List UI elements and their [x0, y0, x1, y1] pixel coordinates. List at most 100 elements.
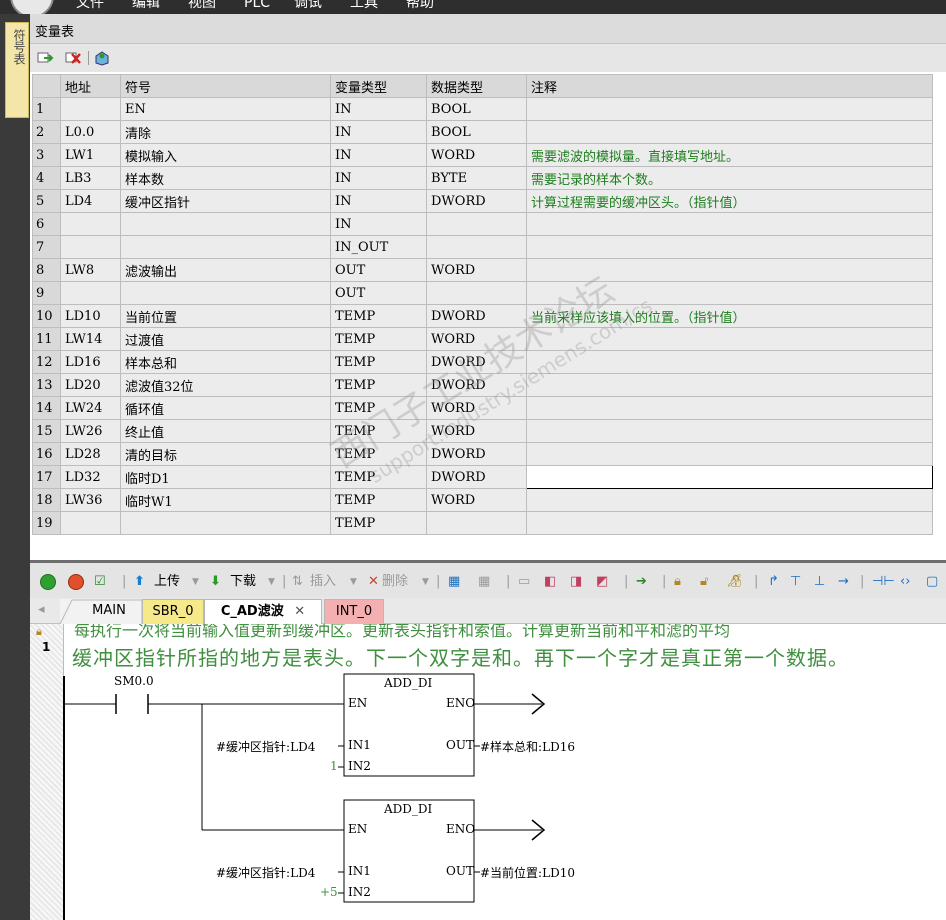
- box2-in2-operand[interactable]: +5: [320, 885, 338, 899]
- lock-icon[interactable]: 🔒︎: [674, 572, 681, 592]
- insert-button[interactable]: 插入: [310, 572, 336, 592]
- data-type-cell[interactable]: WORD: [426, 488, 527, 512]
- table-row[interactable]: 11 LW14 过渡值 TEMP WORD: [32, 327, 933, 351]
- data-type-cell[interactable]: BYTE: [426, 166, 527, 190]
- var-type-cell[interactable]: TEMP: [330, 465, 427, 489]
- comment-cell[interactable]: [526, 212, 933, 236]
- address-cell[interactable]: [60, 511, 121, 535]
- menu-edit[interactable]: 编辑: [132, 0, 160, 11]
- download-dropdown-icon[interactable]: ▼: [268, 572, 275, 592]
- address-cell[interactable]: LW26: [60, 419, 121, 443]
- address-cell[interactable]: [60, 97, 121, 121]
- data-type-cell[interactable]: DWORD: [426, 442, 527, 466]
- symbol-cell[interactable]: 模拟输入: [120, 143, 331, 167]
- line-right-icon[interactable]: →: [838, 572, 849, 592]
- var-type-cell[interactable]: IN: [330, 143, 427, 167]
- data-type-cell[interactable]: WORD: [426, 419, 527, 443]
- symbol-cell[interactable]: 清的目标: [120, 442, 331, 466]
- address-cell[interactable]: LW8: [60, 258, 121, 282]
- data-type-cell[interactable]: DWORD: [426, 189, 527, 213]
- comment-cell[interactable]: 需要记录的样本个数。: [526, 166, 933, 190]
- data-type-cell[interactable]: [426, 511, 527, 535]
- bookmark-next-icon[interactable]: ◨: [570, 572, 582, 592]
- column-header-comment[interactable]: 注释: [526, 74, 933, 98]
- tab-sbr0[interactable]: SBR_0: [142, 599, 204, 624]
- address-cell[interactable]: LD20: [60, 373, 121, 397]
- comment-cell[interactable]: [526, 258, 933, 282]
- tab-main[interactable]: MAIN: [60, 599, 142, 624]
- table-row[interactable]: 9 OUT: [32, 281, 933, 305]
- branch-icon[interactable]: ↱: [768, 572, 779, 592]
- comment-cell[interactable]: [526, 396, 933, 420]
- address-cell[interactable]: LD16: [60, 350, 121, 374]
- insert-row-icon[interactable]: [36, 50, 54, 66]
- monitor-icon[interactable]: ▦: [448, 572, 460, 592]
- address-cell[interactable]: LD32: [60, 465, 121, 489]
- data-type-cell[interactable]: [426, 235, 527, 259]
- table-row[interactable]: 7 IN_OUT: [32, 235, 933, 259]
- delete-button[interactable]: 删除: [382, 572, 408, 592]
- address-cell[interactable]: [60, 212, 121, 236]
- table-row[interactable]: 13 LD20 滤波值32位 TEMP DWORD: [32, 373, 933, 397]
- tab-c-ad-filter[interactable]: C_AD滤波 ✕: [204, 599, 322, 624]
- table-row[interactable]: 2 L0.0 清除 IN BOOL: [32, 120, 933, 144]
- address-cell[interactable]: [60, 235, 121, 259]
- symbol-cell[interactable]: [120, 511, 331, 535]
- tab-close-icon[interactable]: ✕: [294, 604, 305, 619]
- table-row[interactable]: 15 LW26 终止值 TEMP WORD: [32, 419, 933, 443]
- address-cell[interactable]: LD4: [60, 189, 121, 213]
- menu-file[interactable]: 文件: [76, 0, 104, 11]
- address-cell[interactable]: L0.0: [60, 120, 121, 144]
- unlock-icon[interactable]: 🔓︎: [700, 572, 708, 592]
- line-up-icon[interactable]: ⊥: [814, 572, 825, 592]
- menu-view[interactable]: 视图: [188, 0, 216, 11]
- column-header-address[interactable]: 地址: [60, 74, 121, 98]
- box1-in2-operand[interactable]: 1: [330, 759, 338, 773]
- address-cell[interactable]: LW24: [60, 396, 121, 420]
- symbol-table-dock-tab[interactable]: 符号表: [5, 22, 29, 118]
- address-cell[interactable]: LD28: [60, 442, 121, 466]
- app-logo[interactable]: [10, 0, 54, 14]
- line-down-icon[interactable]: ⊤: [790, 572, 801, 592]
- comment-cell[interactable]: [526, 350, 933, 374]
- var-type-cell[interactable]: IN_OUT: [330, 235, 427, 259]
- box1-out-operand[interactable]: #样本总和:LD16: [480, 738, 575, 755]
- comment-cell[interactable]: [526, 419, 933, 443]
- var-type-cell[interactable]: TEMP: [330, 304, 427, 328]
- data-type-cell[interactable]: [426, 281, 527, 305]
- data-type-cell[interactable]: WORD: [426, 396, 527, 420]
- address-cell[interactable]: LW14: [60, 327, 121, 351]
- box2-out-operand[interactable]: #当前位置:LD10: [480, 864, 575, 881]
- symbol-cell[interactable]: 清除: [120, 120, 331, 144]
- data-type-cell[interactable]: WORD: [426, 143, 527, 167]
- table-row[interactable]: 17 LD32 临时D1 TEMP DWORD: [32, 465, 933, 489]
- run-icon[interactable]: [40, 574, 56, 590]
- delete-row-icon[interactable]: [64, 50, 82, 66]
- symbol-cell[interactable]: 滤波值32位: [120, 373, 331, 397]
- data-type-cell[interactable]: DWORD: [426, 304, 527, 328]
- ladder-editor[interactable]: 🔒︎ 1 每执行一次将当前输入值更新到缓冲区。更新表头指针和索值。计算更新当前和…: [30, 624, 946, 920]
- table-row[interactable]: 12 LD16 样本总和 TEMP DWORD: [32, 350, 933, 374]
- comment-cell[interactable]: [526, 97, 933, 121]
- var-type-cell[interactable]: IN: [330, 189, 427, 213]
- menu-plc[interactable]: PLC: [244, 0, 270, 11]
- var-type-cell[interactable]: TEMP: [330, 511, 427, 535]
- data-type-cell[interactable]: DWORD: [426, 373, 527, 397]
- address-cell[interactable]: [60, 281, 121, 305]
- var-type-cell[interactable]: IN: [330, 212, 427, 236]
- symbol-cell[interactable]: 当前位置: [120, 304, 331, 328]
- var-type-cell[interactable]: TEMP: [330, 350, 427, 374]
- delete-dropdown-icon[interactable]: ▼: [422, 572, 429, 592]
- table-row[interactable]: 1 EN IN BOOL: [32, 97, 933, 121]
- var-type-cell[interactable]: TEMP: [330, 419, 427, 443]
- table-row[interactable]: 16 LD28 清的目标 TEMP DWORD: [32, 442, 933, 466]
- tabs-scroll-left-icon[interactable]: ◂: [38, 600, 45, 620]
- address-cell[interactable]: LW36: [60, 488, 121, 512]
- var-type-cell[interactable]: IN: [330, 166, 427, 190]
- symbol-cell[interactable]: [120, 212, 331, 236]
- bookmark-icon[interactable]: ◧: [544, 572, 556, 592]
- stop-icon[interactable]: [68, 574, 84, 590]
- comment-cell[interactable]: [526, 511, 933, 535]
- var-type-cell[interactable]: OUT: [330, 258, 427, 282]
- comment-cell[interactable]: [526, 235, 933, 259]
